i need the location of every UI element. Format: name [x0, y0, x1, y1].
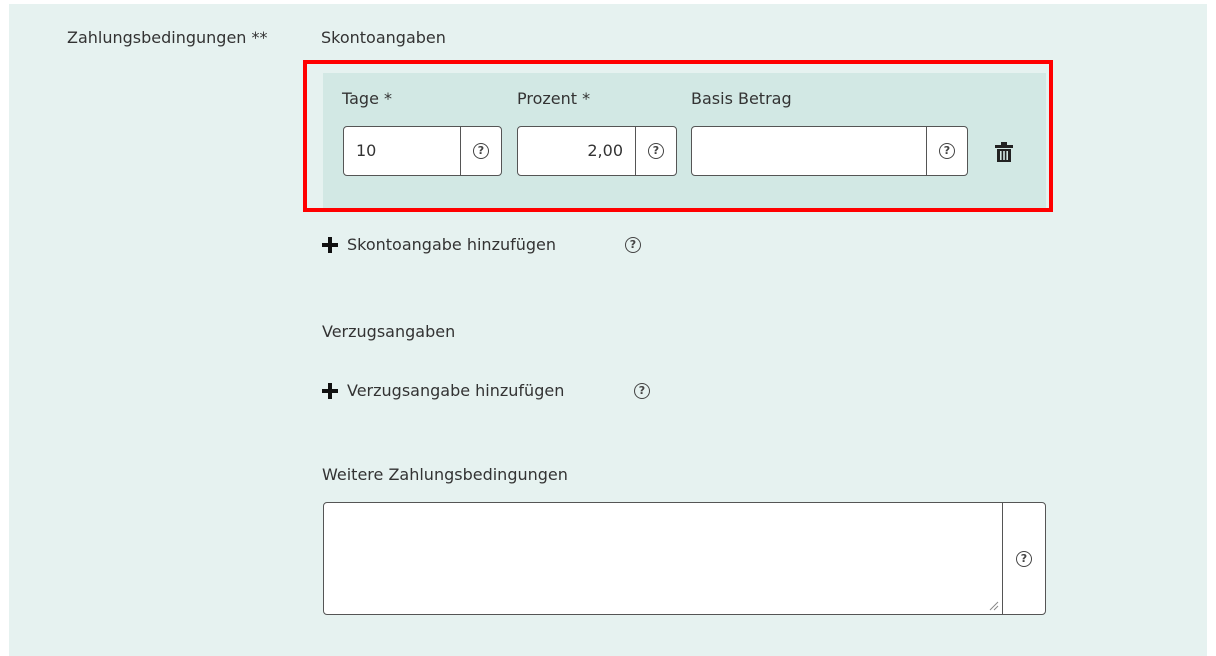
- weitere-help-button[interactable]: ?: [1002, 503, 1045, 614]
- prozent-help-button[interactable]: ?: [635, 127, 676, 175]
- tage-input[interactable]: 10: [344, 127, 460, 175]
- weitere-textarea-field: ?: [323, 502, 1046, 615]
- weitere-heading: Weitere Zahlungsbedingungen: [322, 465, 568, 484]
- plus-icon: [322, 236, 338, 253]
- tage-help-button[interactable]: ?: [460, 127, 501, 175]
- resize-grip-icon[interactable]: [987, 599, 999, 611]
- section-label: Zahlungsbedingungen **: [67, 28, 268, 47]
- trash-icon[interactable]: [994, 141, 1014, 163]
- add-skonto-help-button[interactable]: ?: [625, 237, 641, 253]
- prozent-label: Prozent *: [517, 89, 591, 108]
- add-verzug-button[interactable]: Verzugsangabe hinzufügen: [321, 381, 564, 400]
- help-circle-icon: ?: [625, 237, 641, 253]
- help-circle-icon: ?: [473, 143, 489, 159]
- weitere-textarea[interactable]: [324, 503, 1002, 614]
- tage-field: 10 ?: [343, 126, 502, 176]
- add-skonto-button[interactable]: Skontoangabe hinzufügen: [321, 235, 556, 254]
- plus-icon: [322, 382, 338, 399]
- add-verzug-label: Verzugsangabe hinzufügen: [347, 381, 565, 400]
- tage-label: Tage *: [342, 89, 393, 108]
- help-circle-icon: ?: [634, 383, 650, 399]
- prozent-field: 2,00 ?: [517, 126, 677, 176]
- add-verzug-help-button[interactable]: ?: [634, 383, 650, 399]
- basis-betrag-label: Basis Betrag: [691, 89, 792, 108]
- skonto-heading: Skontoangaben: [321, 28, 446, 47]
- prozent-input[interactable]: 2,00: [518, 127, 635, 175]
- basis-betrag-field: ?: [691, 126, 968, 176]
- basis-betrag-input[interactable]: [692, 127, 926, 175]
- basis-betrag-help-button[interactable]: ?: [926, 127, 967, 175]
- add-skonto-label: Skontoangabe hinzufügen: [347, 235, 557, 254]
- help-circle-icon: ?: [1016, 550, 1032, 567]
- help-circle-icon: ?: [939, 143, 955, 159]
- verzug-heading: Verzugsangaben: [322, 322, 456, 341]
- help-circle-icon: ?: [648, 143, 664, 159]
